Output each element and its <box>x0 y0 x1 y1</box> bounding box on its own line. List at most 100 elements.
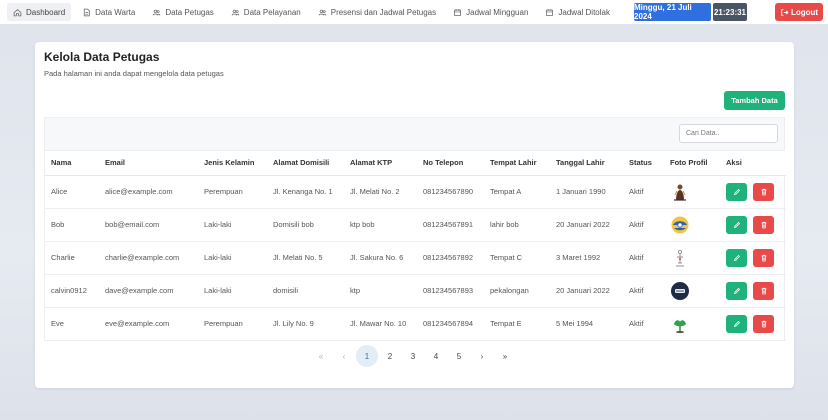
users-icon <box>231 8 240 17</box>
nav-item-jadwal-mingguan[interactable]: Jadwal Mingguan <box>447 3 534 21</box>
column-header: No Telepon <box>417 151 484 176</box>
prev-page-button[interactable]: ‹ <box>333 345 355 367</box>
cell-tanggal-lahir: 1 Januari 1990 <box>550 175 623 209</box>
row-actions <box>726 215 786 234</box>
calendar-icon <box>453 8 462 17</box>
cell-tanggal-lahir: 3 Maret 1992 <box>550 241 623 275</box>
nav-item-data-petugas[interactable]: Data Petugas <box>146 3 219 21</box>
page-button-5[interactable]: 5 <box>448 345 470 367</box>
plant-icon <box>674 319 686 333</box>
column-header: Foto Profil <box>664 151 720 176</box>
clock-badge: 21:23:31 <box>713 3 747 21</box>
edit-button[interactable] <box>726 314 747 333</box>
next-page-button[interactable]: › <box>471 345 493 367</box>
edit-button[interactable] <box>726 248 747 267</box>
cell-no-telepon: 081234567890 <box>417 175 484 209</box>
pencil-icon <box>733 287 740 294</box>
petugas-card: Kelola Data Petugas Pada halaman ini and… <box>35 42 794 388</box>
page-subtitle: Pada halaman ini anda dapat mengelola da… <box>44 69 224 78</box>
cell-alamat-ktp: Jl. Sakura No. 6 <box>344 241 417 275</box>
cell-alamat-domisili: Jl. Kenanga No. 1 <box>267 175 344 209</box>
date-badge: Minggu, 21 Juli 2024 <box>634 3 711 21</box>
nav-item-data-warta[interactable]: Data Warta <box>76 3 141 21</box>
cell-aksi <box>720 241 786 275</box>
delete-button[interactable] <box>753 215 774 234</box>
edit-button[interactable] <box>726 215 747 234</box>
page-button-2[interactable]: 2 <box>379 345 401 367</box>
logout-button[interactable]: Logout <box>775 3 823 21</box>
column-header: Aksi <box>720 151 786 176</box>
nav-item-dashboard[interactable]: Dashboard <box>7 3 72 21</box>
logout-label: Logout <box>790 7 819 17</box>
cell-status: Aktif <box>623 241 664 275</box>
cell-aksi <box>720 175 786 209</box>
cell-alamat-domisili: Jl. Melati No. 5 <box>267 241 344 275</box>
last-page-button[interactable]: » <box>494 345 516 367</box>
cell-no-telepon: 081234567892 <box>417 241 484 275</box>
delete-button[interactable] <box>753 314 774 333</box>
cell-aksi <box>720 208 786 242</box>
column-header: Jenis Kelamin <box>198 151 267 176</box>
nav-item-presensi-dan-jadwal-petugas[interactable]: Presensi dan Jadwal Petugas <box>312 3 442 21</box>
add-data-button[interactable]: Tambah Data <box>724 91 785 110</box>
calendar-icon <box>545 8 554 17</box>
cell-alamat-ktp: Jl. Mawar No. 10 <box>344 307 417 341</box>
cell-email: eve@example.com <box>99 307 198 341</box>
cell-alamat-ktp: ktp bob <box>344 208 417 242</box>
first-page-button[interactable]: « <box>310 345 332 367</box>
table-row: Charlie charlie@example.com Laki-laki Jl. M… <box>45 241 786 275</box>
table-row: Eve eve@example.com Perempuan Jl. Lily No. … <box>45 307 786 341</box>
cell-foto-profil <box>664 208 720 242</box>
cell-tempat-lahir: Tempat E <box>484 307 550 341</box>
column-header: Alamat KTP <box>344 151 417 176</box>
cell-email: alice@example.com <box>99 175 198 209</box>
edit-button[interactable] <box>726 182 747 201</box>
nav-item-label: Jadwal Ditolak <box>558 7 610 17</box>
pencil-icon <box>733 254 740 261</box>
cell-alamat-ktp: Jl. Melati No. 2 <box>344 175 417 209</box>
trash-icon <box>761 254 766 261</box>
pagination: «‹ 1 2 3 4 5 ›» <box>310 345 517 367</box>
table-row: Bob bob@email.com Laki-laki Domisili bob ktp… <box>45 208 786 242</box>
delete-button[interactable] <box>753 248 774 267</box>
home-icon <box>13 8 22 17</box>
cell-alamat-domisili: Domisili bob <box>267 208 344 242</box>
logout-icon <box>781 8 789 16</box>
cell-jenis-kelamin: Laki-laki <box>198 241 267 275</box>
table-header-row: Nama Email Jenis Kelamin Alamat Domisili Ala… <box>45 151 786 176</box>
cell-jenis-kelamin: Perempuan <box>198 307 267 341</box>
cell-jenis-kelamin: Perempuan <box>198 175 267 209</box>
table-body: Alice alice@example.com Perempuan Jl. Kenan… <box>45 175 786 341</box>
table-row: calvin0912 dave@example.com Laki-laki domis… <box>45 274 786 308</box>
cell-nama: Eve <box>45 307 99 341</box>
row-actions <box>726 182 786 201</box>
page-button-4[interactable]: 4 <box>425 345 447 367</box>
document-icon <box>82 8 91 17</box>
users-icon <box>318 8 327 17</box>
nav-item-label: Data Petugas <box>165 7 214 17</box>
page-button-3[interactable]: 3 <box>402 345 424 367</box>
column-header: Nama <box>45 151 99 176</box>
page-button-1[interactable]: 1 <box>356 345 378 367</box>
column-header: Tempat Lahir <box>484 151 550 176</box>
cell-aksi <box>720 307 786 341</box>
cell-foto-profil <box>664 274 720 308</box>
cell-tanggal-lahir: 20 Januari 2022 <box>550 274 623 308</box>
search-input[interactable] <box>679 124 778 143</box>
delete-button[interactable] <box>753 281 774 300</box>
cell-no-telepon: 081234567894 <box>417 307 484 341</box>
nav-item-label: Data Pelayanan <box>243 7 301 17</box>
users-icon <box>152 8 161 17</box>
cell-tempat-lahir: lahir bob <box>484 208 550 242</box>
cell-alamat-domisili: Jl. Lily No. 9 <box>267 307 344 341</box>
cell-jenis-kelamin: Laki-laki <box>198 274 267 308</box>
cell-email: charlie@example.com <box>99 241 198 275</box>
nav-item-data-pelayanan[interactable]: Data Pelayanan <box>225 3 307 21</box>
petugas-table: Nama Email Jenis Kelamin Alamat Domisili Ala… <box>45 151 786 341</box>
edit-button[interactable] <box>726 281 747 300</box>
delete-button[interactable] <box>753 182 774 201</box>
nav-item-jadwal-ditolak[interactable]: Jadwal Ditolak <box>539 3 616 21</box>
cell-alamat-ktp: ktp <box>344 274 417 308</box>
cell-no-telepon: 081234567893 <box>417 274 484 308</box>
cell-jenis-kelamin: Laki-laki <box>198 208 267 242</box>
